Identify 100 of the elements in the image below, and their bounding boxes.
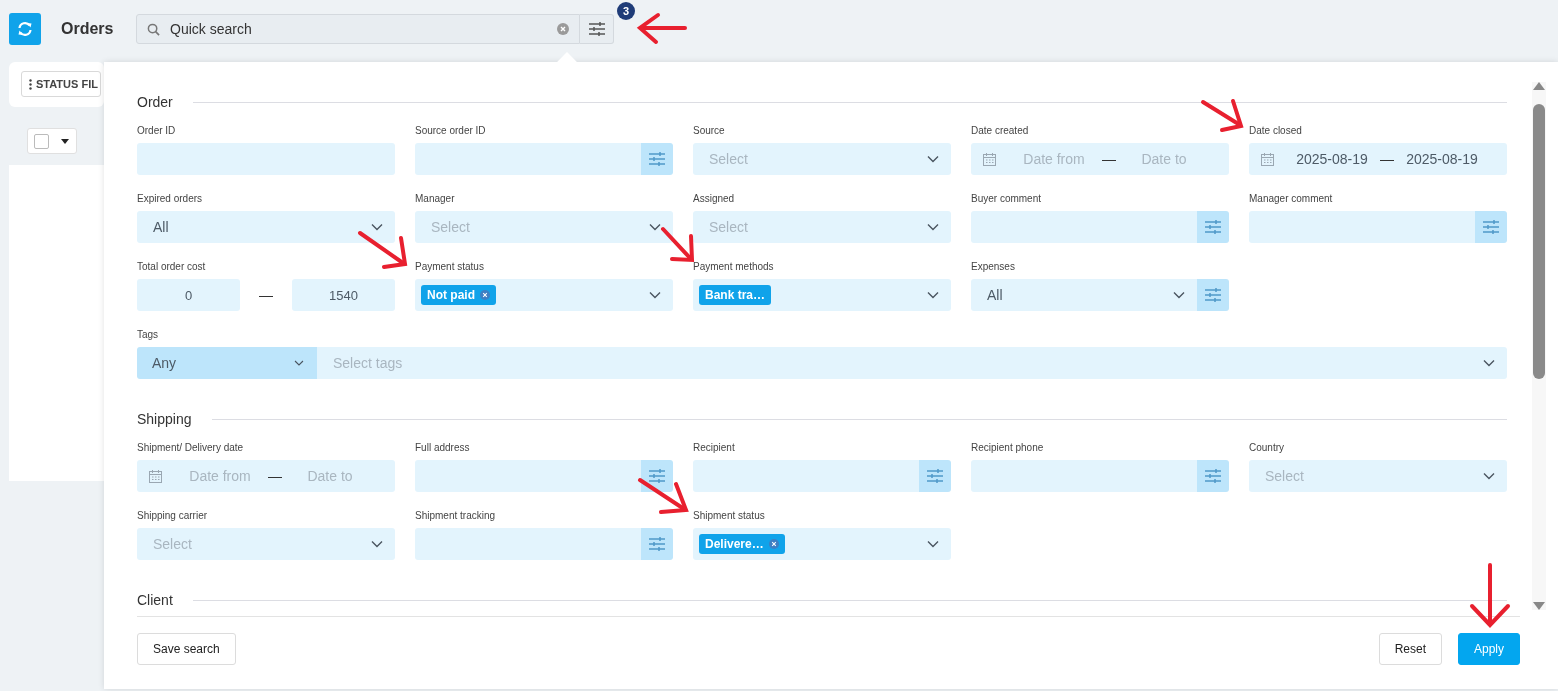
field-label: Source <box>693 125 726 138</box>
field-label: Shipment tracking <box>415 510 497 523</box>
filter-options-button[interactable] <box>1475 211 1507 243</box>
chip[interactable]: Bank tra… <box>699 285 772 305</box>
field-label: Expired orders <box>137 193 204 206</box>
field-label: Full address <box>415 442 471 455</box>
date-range-field[interactable]: 2025-08-19 — 2025-08-19 <box>1249 143 1507 175</box>
multi-select-field[interactable]: Not paid <box>415 279 673 311</box>
calendar-icon <box>1261 152 1274 166</box>
chip[interactable]: Delivere… <box>699 534 785 554</box>
field-label: Recipient <box>693 442 736 455</box>
sliders-icon <box>1205 288 1221 302</box>
sliders-icon <box>649 537 665 551</box>
field-label: Manager <box>415 193 456 206</box>
input-field[interactable] <box>415 528 641 560</box>
filter-count-badge: 3 <box>617 2 635 20</box>
calendar-icon <box>149 469 162 483</box>
section-title: Shipping <box>137 411 192 427</box>
field-label: Assigned <box>693 193 736 206</box>
save-search-button[interactable]: Save search <box>137 633 236 665</box>
filter-options-button[interactable] <box>641 460 673 492</box>
input-field[interactable] <box>971 460 1197 492</box>
input-field[interactable] <box>971 211 1197 243</box>
filter-options-button[interactable] <box>641 143 673 175</box>
tags-select[interactable]: Select tags <box>317 347 1507 379</box>
chevron-down-icon <box>649 291 661 299</box>
select-all-dropdown[interactable] <box>27 128 77 154</box>
search-input[interactable]: Quick search <box>168 20 549 38</box>
apply-button[interactable]: Apply <box>1458 633 1520 665</box>
sliders-icon <box>1205 469 1221 483</box>
input-field[interactable] <box>415 143 641 175</box>
field-label: Order ID <box>137 125 177 138</box>
filter-options-button[interactable] <box>1197 211 1229 243</box>
refresh-button[interactable] <box>9 13 41 45</box>
range-separator: — <box>258 287 274 303</box>
sliders-icon <box>588 22 605 36</box>
multi-select-field[interactable]: Bank tra… <box>693 279 951 311</box>
input-field[interactable] <box>693 460 919 492</box>
annotation-arrow <box>661 227 695 263</box>
sliders-icon <box>649 152 665 166</box>
clear-icon[interactable] <box>557 23 569 35</box>
remove-icon[interactable] <box>480 290 490 300</box>
field-label: Buyer comment <box>971 193 1043 206</box>
filter-options-button[interactable] <box>1197 279 1229 311</box>
field-label: Recipient phone <box>971 442 1045 455</box>
select-field[interactable]: All <box>137 211 395 243</box>
calendar-icon <box>983 152 996 166</box>
scrollbar[interactable] <box>1532 82 1546 610</box>
chevron-down-icon <box>371 540 383 548</box>
section-title: Order <box>137 94 173 110</box>
chevron-down-icon <box>1173 291 1185 299</box>
refresh-icon <box>17 21 33 37</box>
checkbox[interactable] <box>34 133 49 149</box>
status-filter-button[interactable]: STATUS FIL <box>21 71 101 97</box>
chevron-down-icon <box>927 291 939 299</box>
date-range-field[interactable]: Date from — Date to <box>137 460 395 492</box>
field-label: Date created <box>971 125 1030 138</box>
filter-options-button[interactable] <box>1197 460 1229 492</box>
multi-select-field[interactable]: Delivere… <box>693 528 951 560</box>
sliders-icon <box>1205 220 1221 234</box>
select-field[interactable]: Select <box>693 211 951 243</box>
select-field[interactable]: Select <box>693 143 951 175</box>
caret-icon <box>61 138 69 144</box>
date-range-field[interactable]: Date from — Date to <box>971 143 1229 175</box>
reset-button[interactable]: Reset <box>1378 633 1442 665</box>
field-label: Source order ID <box>415 125 487 138</box>
field-label: Payment status <box>415 261 485 274</box>
search-field[interactable]: Quick search <box>136 14 580 44</box>
chevron-down-icon <box>1483 359 1495 367</box>
chevron-down-icon <box>927 540 939 548</box>
input-field[interactable] <box>137 143 395 175</box>
field-label: Expenses <box>971 261 1016 274</box>
input-field[interactable] <box>415 460 641 492</box>
kebab-icon <box>29 78 32 90</box>
input-field[interactable]: 0 <box>137 279 240 311</box>
section-title: Client <box>137 592 173 608</box>
filter-options-button[interactable] <box>919 460 951 492</box>
select-field[interactable]: Select <box>137 528 395 560</box>
select-field[interactable]: All <box>971 279 1197 311</box>
chevron-down-icon <box>1483 472 1495 480</box>
input-field[interactable] <box>1249 211 1475 243</box>
chevron-down-icon <box>371 223 383 231</box>
sliders-icon <box>927 469 943 483</box>
chip[interactable]: Not paid <box>421 285 496 305</box>
input-field[interactable]: 1540 <box>292 279 395 311</box>
select-field[interactable]: Select <box>1249 460 1507 492</box>
match-mode-select[interactable]: Any <box>137 347 317 379</box>
field-label: Manager comment <box>1249 193 1334 206</box>
filter-button[interactable] <box>580 14 614 44</box>
field-label: Date closed <box>1249 125 1303 138</box>
search-icon <box>147 22 160 36</box>
field-label: Country <box>1249 442 1285 455</box>
filter-options-button[interactable] <box>641 528 673 560</box>
select-field[interactable]: Select <box>415 211 673 243</box>
scroll-down-icon[interactable] <box>1533 602 1545 610</box>
sliders-icon <box>1483 220 1499 234</box>
remove-icon[interactable] <box>768 539 779 549</box>
page-title: Orders <box>61 20 115 38</box>
chevron-down-icon <box>294 359 304 367</box>
scroll-up-icon[interactable] <box>1533 82 1545 90</box>
